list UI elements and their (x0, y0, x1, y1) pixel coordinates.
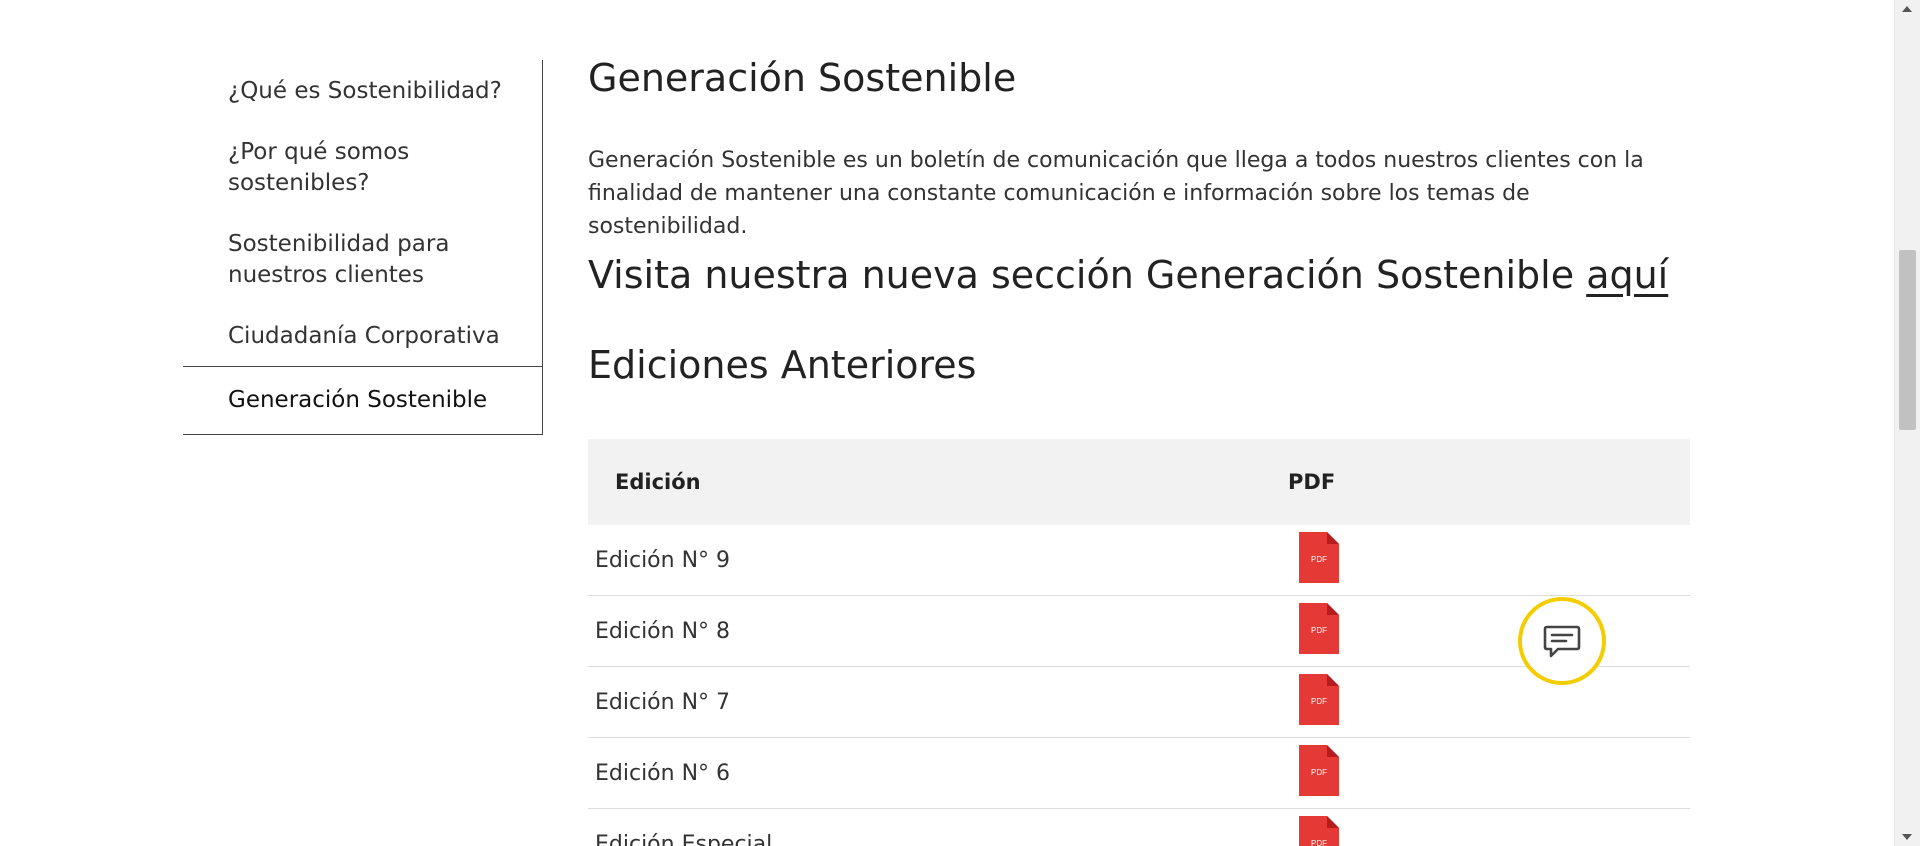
pdf-file-icon[interactable]: PDF (1299, 673, 1339, 725)
sidebar-item-ciudadania-corporativa[interactable]: Ciudadanía Corporativa (183, 305, 542, 366)
previous-editions-title: Ediciones Anteriores (588, 343, 977, 387)
page: ¿Qué es Sostenibilidad? ¿Por qué somos s… (0, 0, 1920, 846)
header-pdf: PDF (1288, 439, 1690, 525)
pdf-cell: PDF (1288, 666, 1690, 738)
visit-link-aqui[interactable]: aquí (1586, 253, 1668, 297)
scroll-thumb[interactable] (1899, 250, 1916, 430)
visit-section-line: Visita nuestra nueva sección Generación … (588, 249, 1690, 301)
pdf-cell: PDF (1288, 595, 1690, 667)
page-title: Generación Sostenible (588, 56, 1017, 100)
pdf-icon-label: PDF (1311, 839, 1327, 846)
intro-paragraph: Generación Sostenible es un boletín de c… (588, 148, 1644, 239)
scroll-down-icon[interactable] (1902, 834, 1912, 840)
table-header-row: Edición PDF (588, 439, 1690, 525)
table-row: Edición N° 9 PDF (588, 525, 1690, 596)
header-edition: Edición (588, 439, 1288, 525)
table-row: Edición Especial PDF (588, 808, 1690, 846)
scrollbar[interactable] (1894, 0, 1920, 846)
sidebar-item-que-es-sostenibilidad[interactable]: ¿Qué es Sostenibilidad? (183, 60, 542, 121)
table-row: Edición N° 6 PDF (588, 737, 1690, 809)
chat-bubble-icon (1543, 625, 1581, 658)
edition-name: Edición N° 8 (588, 595, 1288, 667)
pdf-cell: PDF (1288, 737, 1690, 809)
edition-name: Edición N° 6 (588, 737, 1288, 809)
pdf-icon-label: PDF (1311, 768, 1327, 777)
table-row: Edición N° 7 PDF (588, 666, 1690, 738)
pdf-file-icon[interactable]: PDF (1299, 602, 1339, 654)
edition-name: Edición Especial (588, 808, 1288, 846)
sidebar-item-por-que-somos-sostenibles[interactable]: ¿Por qué somos sostenibles? (183, 121, 542, 213)
chat-button[interactable] (1518, 597, 1606, 685)
pdf-cell: PDF (1288, 525, 1690, 596)
edition-name: Edición N° 7 (588, 666, 1288, 738)
edition-name: Edición N° 9 (588, 525, 1288, 596)
pdf-file-icon[interactable]: PDF (1299, 744, 1339, 796)
sidebar-nav: ¿Qué es Sostenibilidad? ¿Por qué somos s… (183, 60, 543, 435)
sidebar-item-generacion-sostenible[interactable]: Generación Sostenible (183, 366, 543, 435)
pdf-icon-label: PDF (1311, 626, 1327, 635)
sidebar-item-sostenibilidad-clientes[interactable]: Sostenibilidad para nuestros clientes (183, 213, 542, 305)
pdf-file-icon[interactable]: PDF (1299, 531, 1339, 583)
main-content: Generación Sostenible Generación Sosteni… (588, 50, 1690, 846)
pdf-cell: PDF (1288, 808, 1690, 846)
pdf-file-icon[interactable]: PDF (1299, 815, 1339, 846)
visit-text: Visita nuestra nueva sección Generación … (588, 253, 1587, 297)
pdf-icon-label: PDF (1311, 697, 1327, 706)
scroll-up-icon[interactable] (1902, 6, 1912, 12)
pdf-icon-label: PDF (1311, 555, 1327, 564)
